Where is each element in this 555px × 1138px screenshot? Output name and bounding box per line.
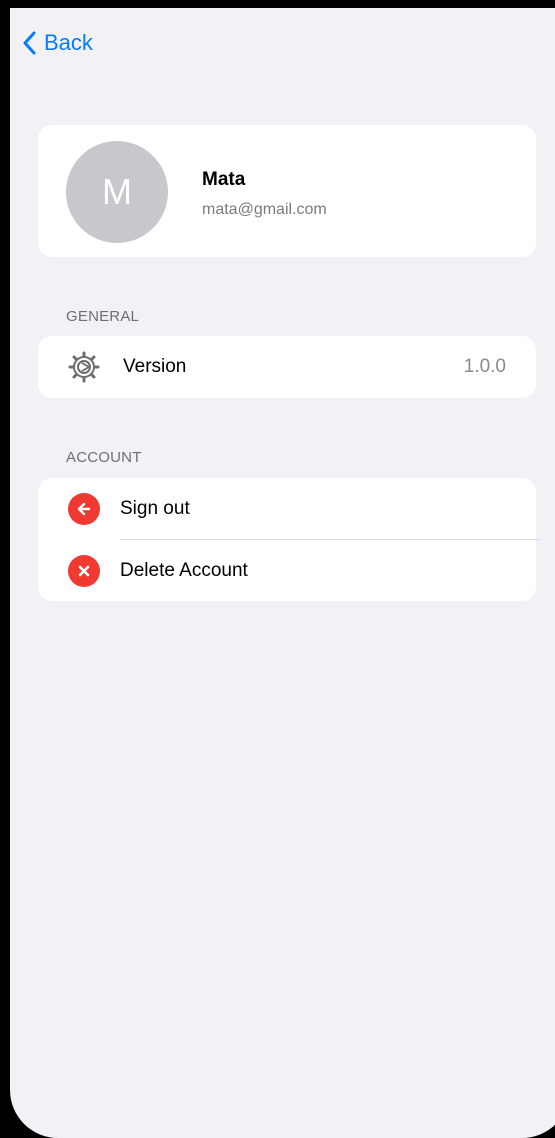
account-section-header: ACCOUNT [66, 449, 142, 466]
chevron-left-icon [23, 31, 36, 55]
back-button[interactable]: Back [22, 30, 93, 56]
gear-icon [68, 351, 100, 383]
profile-email: mata@gmail.com [202, 201, 327, 218]
delete-account-label: Delete Account [120, 560, 248, 581]
version-value: 1.0.0 [463, 356, 506, 377]
profile-card[interactable]: M Mata mata@gmail.com [38, 125, 536, 257]
version-label: Version [123, 356, 187, 377]
settings-screen: Back M Mata mata@gmail.com GENERAL Versi… [10, 8, 555, 1138]
version-row[interactable]: Version 1.0.0 [38, 336, 536, 398]
back-label: Back [44, 30, 93, 55]
sign-out-icon [68, 493, 100, 525]
account-card: Sign out Delete Account [38, 478, 540, 602]
delete-icon [68, 555, 100, 587]
sign-out-row[interactable]: Sign out [38, 478, 536, 540]
close-icon [78, 565, 90, 577]
avatar: M [66, 141, 168, 243]
arrow-left-icon [77, 502, 91, 516]
general-section-header: GENERAL [66, 308, 140, 325]
delete-account-row[interactable]: Delete Account [38, 540, 536, 602]
sign-out-label: Sign out [120, 498, 190, 519]
profile-name: Mata [202, 169, 246, 190]
avatar-initial: M [102, 171, 132, 212]
